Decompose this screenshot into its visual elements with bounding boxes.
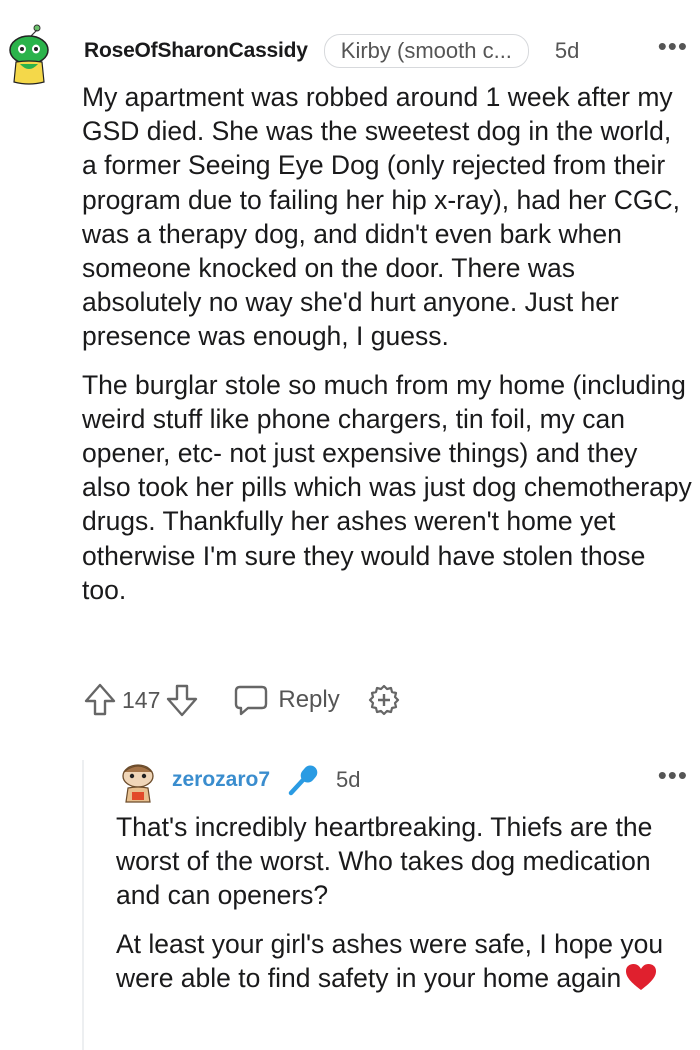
comment-header: RoseOfSharonCassidy Kirby (smooth c... 5… <box>84 33 688 68</box>
award-plus-icon <box>368 684 399 716</box>
speech-bubble-icon <box>235 685 268 716</box>
reply-timestamp: 5d <box>336 767 361 792</box>
comment-paragraph: My apartment was robbed around 1 week af… <box>82 82 680 352</box>
comment-timestamp: 5d <box>554 38 580 63</box>
reply-username[interactable]: zerozaro7 <box>172 768 270 792</box>
downvote-button[interactable] <box>166 683 198 717</box>
more-options-icon[interactable]: ••• <box>658 762 688 790</box>
microphone-icon <box>286 763 320 797</box>
green-snoo-avatar-icon <box>9 24 49 85</box>
more-options-icon[interactable]: ••• <box>658 33 688 61</box>
comment-actions: 147 Reply <box>84 680 400 720</box>
orange-snoo-avatar-icon <box>122 764 154 803</box>
reply-paragraph-last: At least your girl's ashes were safe, I … <box>116 927 691 999</box>
red-heart-icon <box>625 963 657 999</box>
comment-paragraph: The burglar stole so much from my home (… <box>82 369 692 605</box>
award-button[interactable] <box>368 684 400 716</box>
reply-paragraph-text: At least your girl's ashes were safe, I … <box>116 928 664 993</box>
thread-line[interactable] <box>82 760 84 1050</box>
vote-count: 147 <box>122 686 161 713</box>
user-avatar[interactable] <box>6 24 52 86</box>
comment-body: My apartment was robbed around 1 week af… <box>82 80 692 621</box>
reply-body: That's incredibly heartbreaking. Thiefs … <box>116 810 691 1013</box>
reply-header: zerozaro7 5d ••• <box>172 762 688 798</box>
reply-paragraph: That's incredibly heartbreaking. Thiefs … <box>116 812 653 911</box>
comment-username[interactable]: RoseOfSharonCassidy <box>84 39 308 63</box>
reply-user-avatar[interactable] <box>118 762 158 804</box>
reply-button[interactable]: Reply <box>234 684 340 716</box>
upvote-button[interactable] <box>84 683 116 717</box>
reply-label: Reply <box>278 686 340 713</box>
user-flair: Kirby (smooth c... <box>323 34 529 68</box>
downvote-arrow-icon <box>167 684 198 717</box>
upvote-arrow-icon <box>84 683 116 716</box>
reply-comment: zerozaro7 5d ••• That's incredibly heart… <box>0 740 700 1050</box>
